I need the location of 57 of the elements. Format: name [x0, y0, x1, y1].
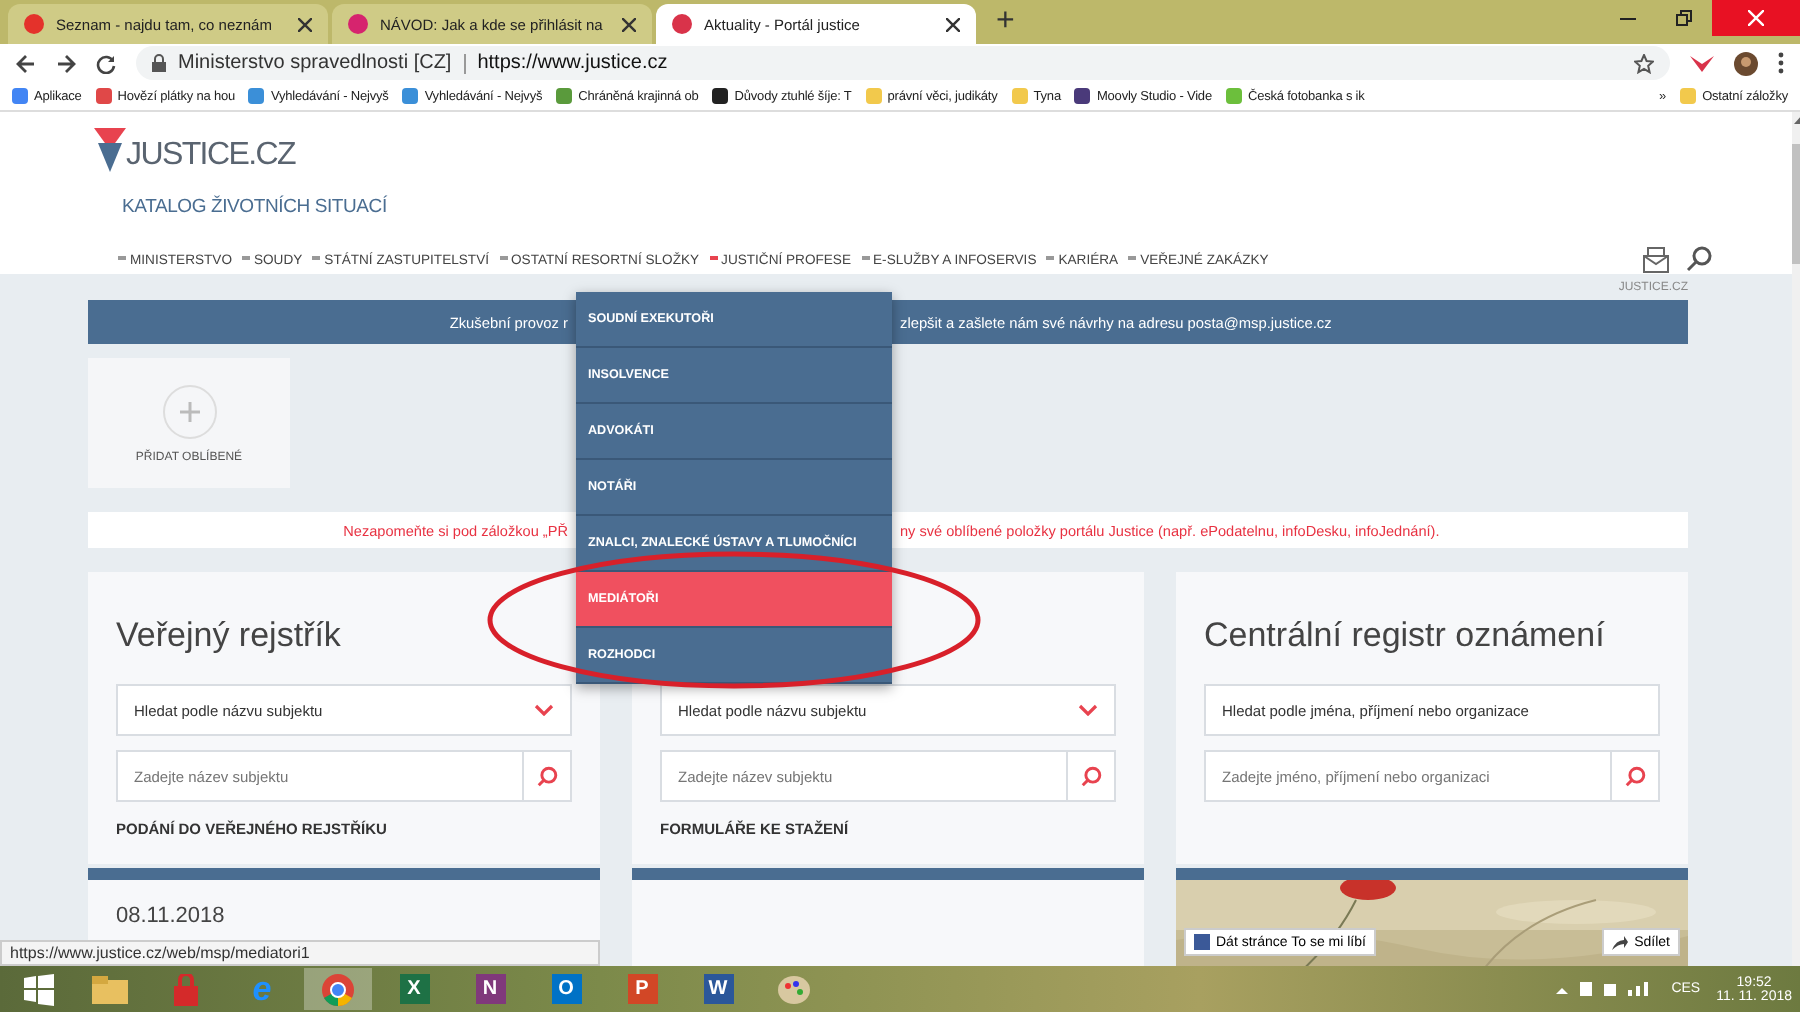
search-icon	[1080, 765, 1102, 787]
minimize-icon	[1620, 17, 1636, 19]
url-text: https://www.justice.cz	[477, 52, 668, 74]
mail-icon[interactable]	[1642, 246, 1670, 274]
folder-icon	[1680, 88, 1697, 104]
chrome-icon	[322, 973, 354, 1005]
app-icon: O	[551, 974, 581, 1004]
search-button[interactable]	[1612, 750, 1660, 802]
menu-icon[interactable]	[1778, 52, 1784, 74]
search-button[interactable]	[1068, 750, 1116, 802]
app-icon: N	[475, 974, 505, 1004]
lock-icon	[172, 973, 200, 1005]
close-icon[interactable]	[298, 17, 312, 31]
close-icon	[1748, 10, 1764, 26]
facebook-icon	[1194, 934, 1210, 950]
extension-icon[interactable]	[1690, 55, 1714, 71]
search-icon	[1624, 765, 1646, 787]
search-icon	[536, 765, 558, 787]
taskbar-app[interactable]: W	[684, 968, 752, 1010]
app-icon: P	[627, 974, 657, 1004]
taskbar-app[interactable]: P	[608, 968, 676, 1010]
status-url: https://www.justice.cz/web/msp/mediatori1	[0, 940, 600, 966]
close-icon[interactable]	[622, 17, 636, 31]
palette-icon	[778, 975, 810, 1003]
back-icon[interactable]	[16, 53, 36, 73]
plus-icon	[161, 383, 217, 439]
restore-icon	[1676, 10, 1692, 26]
favicon-icon	[348, 14, 368, 34]
news-date: 08.11.2018	[116, 904, 225, 928]
search-button[interactable]	[524, 750, 572, 802]
card-title: Veřejný rejstřík	[116, 616, 343, 658]
taskbar-app[interactable]: X	[380, 968, 448, 1010]
new-tab-button[interactable]: +	[980, 4, 1031, 40]
site-logo[interactable]: JUSTICE.CZ	[126, 140, 295, 172]
card-title: Centrální registr oznámení	[1204, 616, 1607, 658]
close-icon[interactable]	[946, 17, 960, 31]
address-bar[interactable]: Ministerstvo spravedlnosti [CZ] https://www.justice.cz	[136, 46, 1670, 80]
browser-icon: e	[246, 973, 278, 1005]
app-icon: X	[399, 974, 429, 1004]
favicon-icon	[24, 14, 44, 34]
favicon-icon	[672, 14, 692, 34]
site-name: Ministerstvo spravedlnosti [CZ]	[178, 52, 452, 74]
forward-icon[interactable]	[56, 53, 76, 73]
star-icon[interactable]	[1634, 53, 1654, 73]
app-icon: W	[703, 974, 733, 1004]
taskbar-app[interactable]: O	[532, 968, 600, 1010]
search-icon[interactable]	[1686, 246, 1712, 272]
folder-icon	[92, 975, 128, 1003]
logo-icon	[94, 128, 126, 172]
taskbar-app[interactable]: N	[456, 968, 524, 1010]
close-button[interactable]	[1712, 0, 1800, 36]
taskbar-app[interactable]	[304, 968, 372, 1010]
avatar-icon[interactable]	[1734, 51, 1758, 75]
reload-icon[interactable]	[96, 53, 116, 73]
site-subtitle: KATALOG ŽIVOTNÍCH SITUACÍ	[122, 196, 389, 218]
share-icon	[1612, 935, 1629, 949]
lock-icon	[152, 54, 166, 72]
